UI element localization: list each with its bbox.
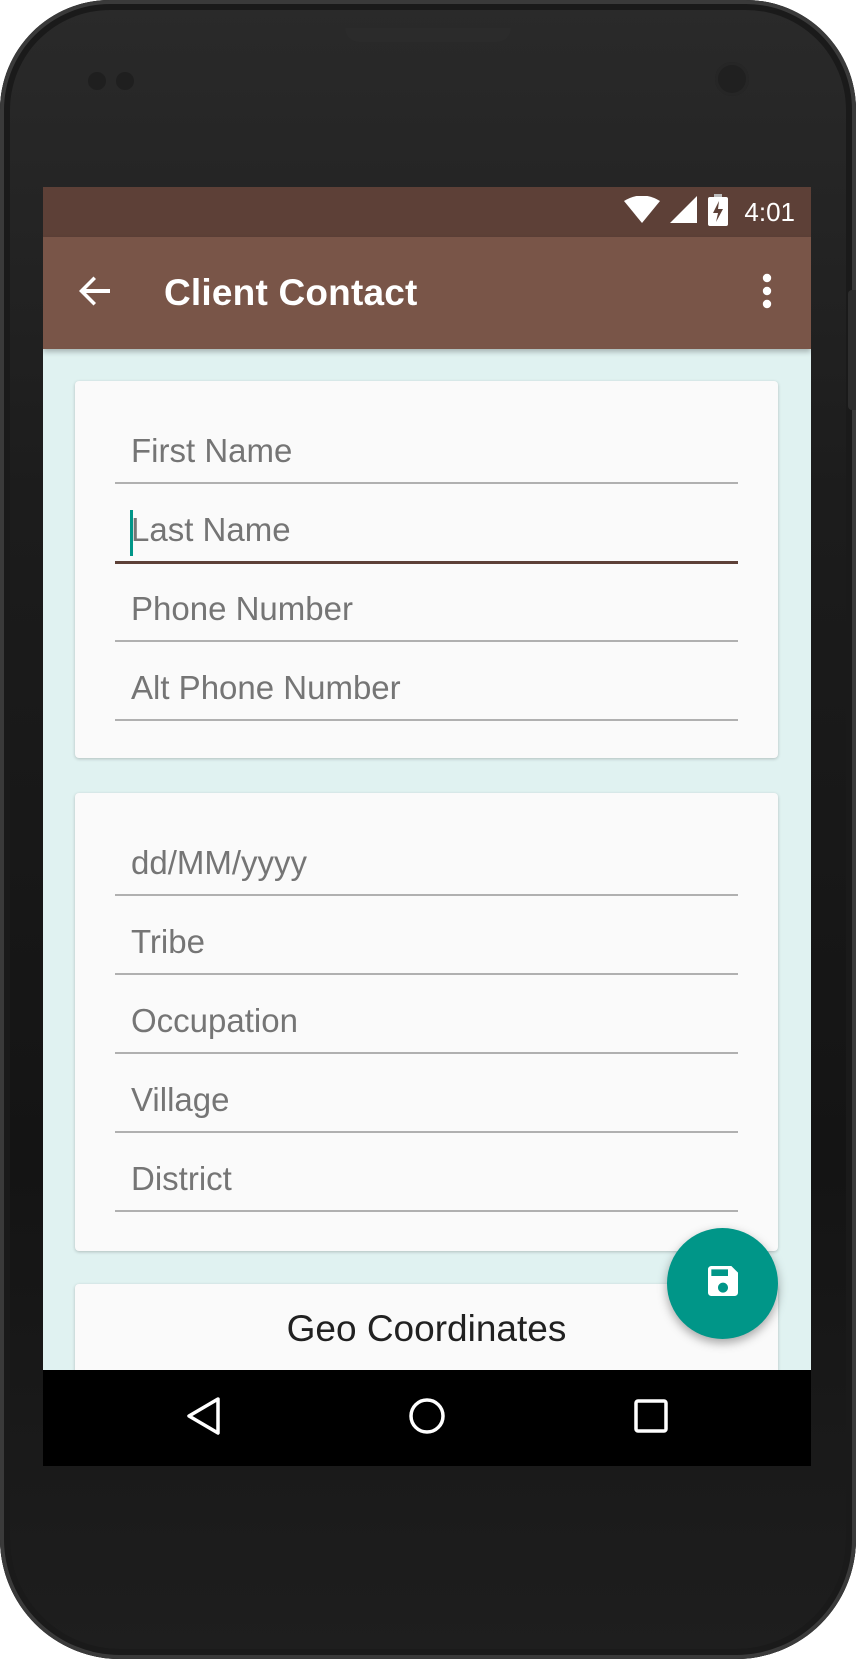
signal-icon [670,195,698,229]
status-bar: 4:01 [43,187,811,237]
nav-home-button[interactable] [379,1370,475,1466]
status-time: 4:01 [744,196,795,227]
text-cursor [130,510,133,556]
geo-coordinates-label: Geo Coordinates [286,1308,567,1349]
district-field[interactable] [115,1149,738,1213]
light-sensor [116,72,134,90]
field-underline-focused [115,561,738,564]
phone-frame: 4:01 Client Contact Geo Coordinates [0,0,856,1659]
speaker-grille [345,28,511,42]
wifi-icon [624,195,661,229]
app-bar: Client Contact [43,237,811,349]
phone-number-field[interactable] [115,579,738,643]
nav-recents-button[interactable] [603,1370,699,1466]
field-underline [115,1052,738,1054]
field-underline [115,894,738,896]
nav-recents-icon [633,1398,669,1439]
alt-phone-number-field[interactable] [115,658,738,722]
overflow-menu-button[interactable] [747,265,787,321]
details-card [75,793,778,1251]
field-underline [115,640,738,642]
field-underline [115,719,738,721]
back-button[interactable] [67,265,123,321]
field-underline [115,1131,738,1133]
occupation-input[interactable] [115,991,738,1051]
district-input[interactable] [115,1149,738,1209]
battery-charging-icon [708,193,729,231]
front-camera [715,62,749,96]
first-name-field[interactable] [115,421,738,485]
occupation-field[interactable] [115,991,738,1055]
save-fab[interactable] [667,1228,778,1339]
tribe-input[interactable] [115,912,738,972]
alt-phone-number-input[interactable] [115,658,738,718]
power-button [848,290,856,410]
date-input[interactable] [115,833,738,893]
village-input[interactable] [115,1070,738,1130]
navigation-bar [43,1370,811,1466]
field-underline [115,973,738,975]
nav-back-icon [185,1396,221,1441]
first-name-input[interactable] [115,421,738,481]
page-title: Client Contact [164,272,418,313]
status-icons: 4:01 [624,187,795,237]
field-underline [115,1210,738,1212]
contact-card [75,381,778,758]
more-vert-icon [762,273,772,314]
last-name-field[interactable] [115,500,738,564]
proximity-sensor [88,72,106,90]
tribe-field[interactable] [115,912,738,976]
field-underline [115,482,738,484]
date-field[interactable] [115,833,738,897]
last-name-input[interactable] [115,500,738,560]
phone-number-input[interactable] [115,579,738,639]
save-icon [703,1261,743,1306]
screen: 4:01 Client Contact Geo Coordinates [43,187,811,1466]
nav-back-button[interactable] [155,1370,251,1466]
village-field[interactable] [115,1070,738,1134]
arrow-back-icon [78,274,112,313]
nav-home-icon [407,1396,447,1441]
